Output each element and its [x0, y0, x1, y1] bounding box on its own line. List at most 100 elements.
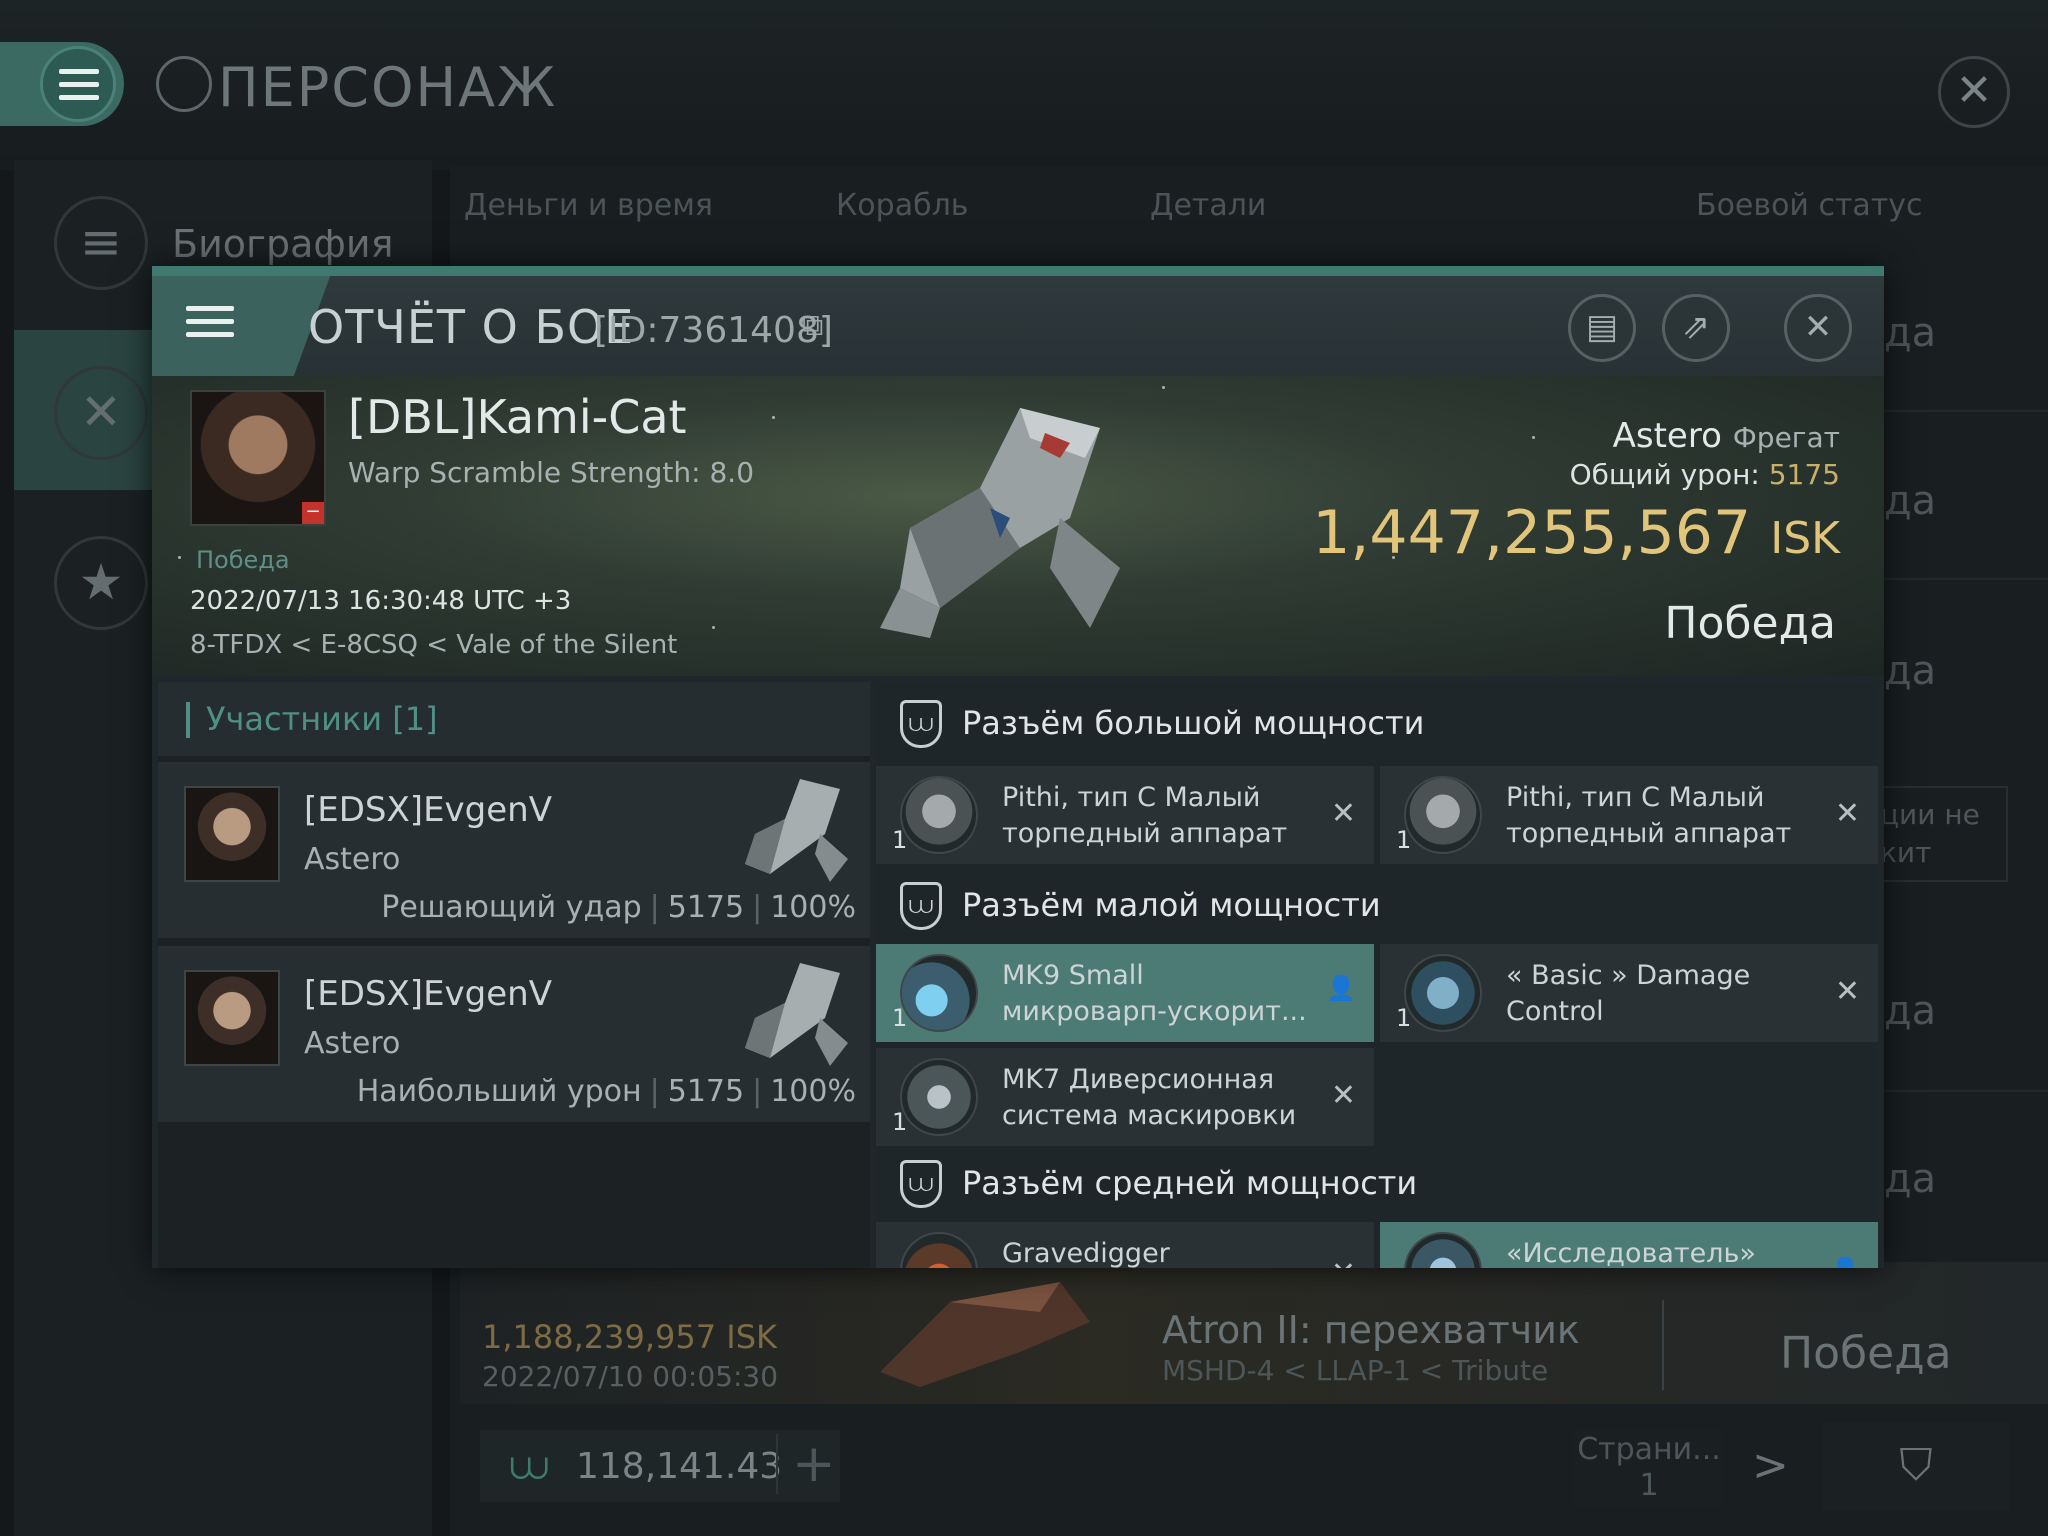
module-name: Pithi, тип C Малый торпедный аппарат: [1506, 782, 1792, 849]
isk-unit: ISK: [1770, 513, 1840, 564]
module-qty: 1: [892, 1108, 908, 1136]
destroyed-icon: ✕: [1331, 1256, 1356, 1268]
ship-image[interactable]: [870, 398, 1130, 648]
participants-panel: Участники [1] [EDSX]EvgenV Astero Решающ…: [158, 682, 870, 1268]
kill-date: 2022/07/10 00:05:30: [482, 1360, 779, 1393]
fitting-panel: ⩊ Разъём большой мощности 1 Pithi, тип C…: [874, 682, 1878, 1268]
avatar[interactable]: [184, 786, 280, 882]
participants-label: Участники [1]: [206, 700, 438, 738]
high-slot-icon: ⩊: [900, 700, 942, 748]
participant-row[interactable]: [EDSX]EvgenV Astero Наибольший урон | 5175…: [158, 946, 870, 1122]
victim-portrait[interactable]: −: [190, 390, 326, 526]
module-item[interactable]: Gravedigger ✕: [876, 1222, 1374, 1268]
tab-money-time[interactable]: Деньги и время: [464, 188, 713, 223]
divider: [1884, 410, 2048, 412]
warp-scramble: Warp Scramble Strength: 8.0: [348, 456, 755, 489]
module-item[interactable]: 1 « Basic » Damage Control ✕: [1380, 944, 1878, 1042]
destroyed-icon: ✕: [1330, 1078, 1356, 1113]
module-item[interactable]: 1 Pithi, тип C Малый торпедный аппарат ✕: [1380, 766, 1878, 864]
torpedo-launcher-icon: [900, 776, 978, 854]
result-tag: Победа: [196, 546, 290, 574]
minus-badge-icon: −: [302, 502, 324, 524]
hamburger-icon: [59, 69, 99, 108]
module-name: «Исследователь»: [1506, 1238, 1756, 1268]
sidebar-item-label: Биография: [172, 222, 394, 266]
victim-name[interactable]: [DBL]Kami-Cat: [348, 390, 687, 444]
mid-slot-icon: ⩊: [900, 1160, 942, 1208]
tab-ship[interactable]: Корабль: [836, 188, 968, 223]
slot-label: Разъём средней мощности: [962, 1164, 1418, 1202]
cloaking-device-icon: [900, 1058, 978, 1136]
final-blow-label: Решающий удар: [381, 890, 642, 925]
accent-bar: [186, 702, 190, 738]
module-item[interactable]: 1 Pithi, тип C Малый торпедный аппарат ✕: [876, 766, 1374, 864]
tab-details[interactable]: Детали: [1150, 188, 1266, 223]
dropped-icon: 👤: [1830, 1256, 1860, 1268]
participant-ship: Astero: [304, 1026, 401, 1061]
victim-banner: − [DBL]Kami-Cat Warp Scramble Strength: …: [152, 376, 1884, 676]
share-icon[interactable]: ⇗: [1662, 294, 1730, 362]
next-page-icon[interactable]: >: [1752, 1440, 1789, 1491]
copy-icon[interactable]: ⧉: [802, 308, 823, 343]
participants-header[interactable]: Участники [1]: [158, 682, 870, 756]
ship-name: Astero: [1612, 416, 1722, 456]
character-icon: [156, 56, 212, 112]
ship-class: Фрегат: [1732, 421, 1840, 454]
module-qty: 1: [1396, 826, 1412, 854]
page-number: 1: [1639, 1468, 1659, 1503]
damage-percent: 100%: [770, 1074, 856, 1109]
crossed-swords-icon: ✕: [54, 366, 148, 460]
torpedo-launcher-icon: [1404, 776, 1482, 854]
main-menu-button[interactable]: [0, 42, 124, 126]
microwarpdrive-icon: [900, 954, 978, 1032]
damage-label: Общий урон:: [1569, 458, 1760, 491]
destroyed-icon: ✕: [1834, 974, 1860, 1009]
kill-location[interactable]: 8-TFDX < E-8CSQ < Vale of the Silent: [190, 630, 677, 660]
close-icon[interactable]: ✕: [1784, 294, 1852, 362]
ship-image: [745, 963, 848, 1066]
isk-amount: 1,447,255,567: [1312, 498, 1752, 568]
avatar[interactable]: [184, 970, 280, 1066]
module-name: Gravedigger: [1002, 1238, 1170, 1268]
wallet-value: 118,141.43: [576, 1446, 783, 1487]
close-icon[interactable]: ✕: [1938, 56, 2010, 128]
module-name: « Basic » Damage Control: [1506, 960, 1751, 1027]
module-item[interactable]: 1 MK7 Диверсионная система маскировки ✕: [876, 1048, 1374, 1146]
add-button[interactable]: +: [776, 1434, 836, 1494]
kill-result: Победа: [1780, 1328, 1952, 1379]
participant-row[interactable]: [EDSX]EvgenV Astero Решающий удар | 5175 | 1…: [158, 762, 870, 938]
kill-location: MSHD-4 < LLAP-1 < Tribute: [1162, 1354, 1549, 1387]
module-item[interactable]: 1 MK9 Small микроварп-ускорит... 👤: [876, 944, 1374, 1042]
top-damage-label: Наибольший урон: [356, 1074, 642, 1109]
battle-report-dialog: ОТЧЁТ О БОЕ [ID:7361408] ⧉ ▤ ⇗ ✕ − [DBL]…: [152, 266, 1884, 1268]
list-item: да: [1884, 478, 1937, 524]
damage-percent: 100%: [770, 890, 856, 925]
gravedigger-icon: [900, 1232, 978, 1268]
low-slot-icon: ⩊: [900, 882, 942, 930]
module-qty: 1: [1396, 1004, 1412, 1032]
kill-row[interactable]: 1,188,239,957 ISK 2022/07/10 00:05:30 At…: [460, 1262, 2048, 1404]
list-item: да: [1884, 1156, 1937, 1202]
page-label: Страни...: [1577, 1432, 1721, 1467]
slot-label: Разъём малой мощности: [962, 886, 1381, 924]
module-qty: 1: [892, 1004, 908, 1032]
isk-value: 1,447,255,567 ISK: [1312, 498, 1840, 568]
module-name: MK9 Small микроварп-ускорит...: [1002, 960, 1307, 1027]
hamburger-icon: [186, 306, 234, 345]
dialog-menu-button[interactable]: [152, 276, 278, 376]
tab-combat-status[interactable]: Боевой статус: [1696, 188, 1923, 223]
divider: [1662, 1300, 1664, 1390]
filter-icon[interactable]: ⛉: [1822, 1422, 2010, 1510]
destroyed-icon: ✕: [1834, 796, 1860, 831]
module-item[interactable]: «Исследователь» 👤: [1380, 1222, 1878, 1268]
low-slot-header: ⩊ Разъём малой мощности: [874, 864, 1878, 948]
wallet-bar: ⩊ 118,141.43 +: [480, 1430, 840, 1502]
divider: [1884, 1090, 2048, 1092]
tab-bar: Деньги и время Корабль Детали Боевой ста…: [450, 172, 2048, 244]
clipboard-icon[interactable]: ▤: [1568, 294, 1636, 362]
total-damage: Общий урон: 5175: [1570, 458, 1840, 491]
participant-stats: Решающий удар | 5175 | 100%: [381, 890, 856, 925]
module-name: Pithi, тип C Малый торпедный аппарат: [1002, 782, 1288, 849]
list-icon: ≡: [54, 196, 148, 290]
page-title: ПЕРСОНАЖ: [218, 56, 558, 119]
